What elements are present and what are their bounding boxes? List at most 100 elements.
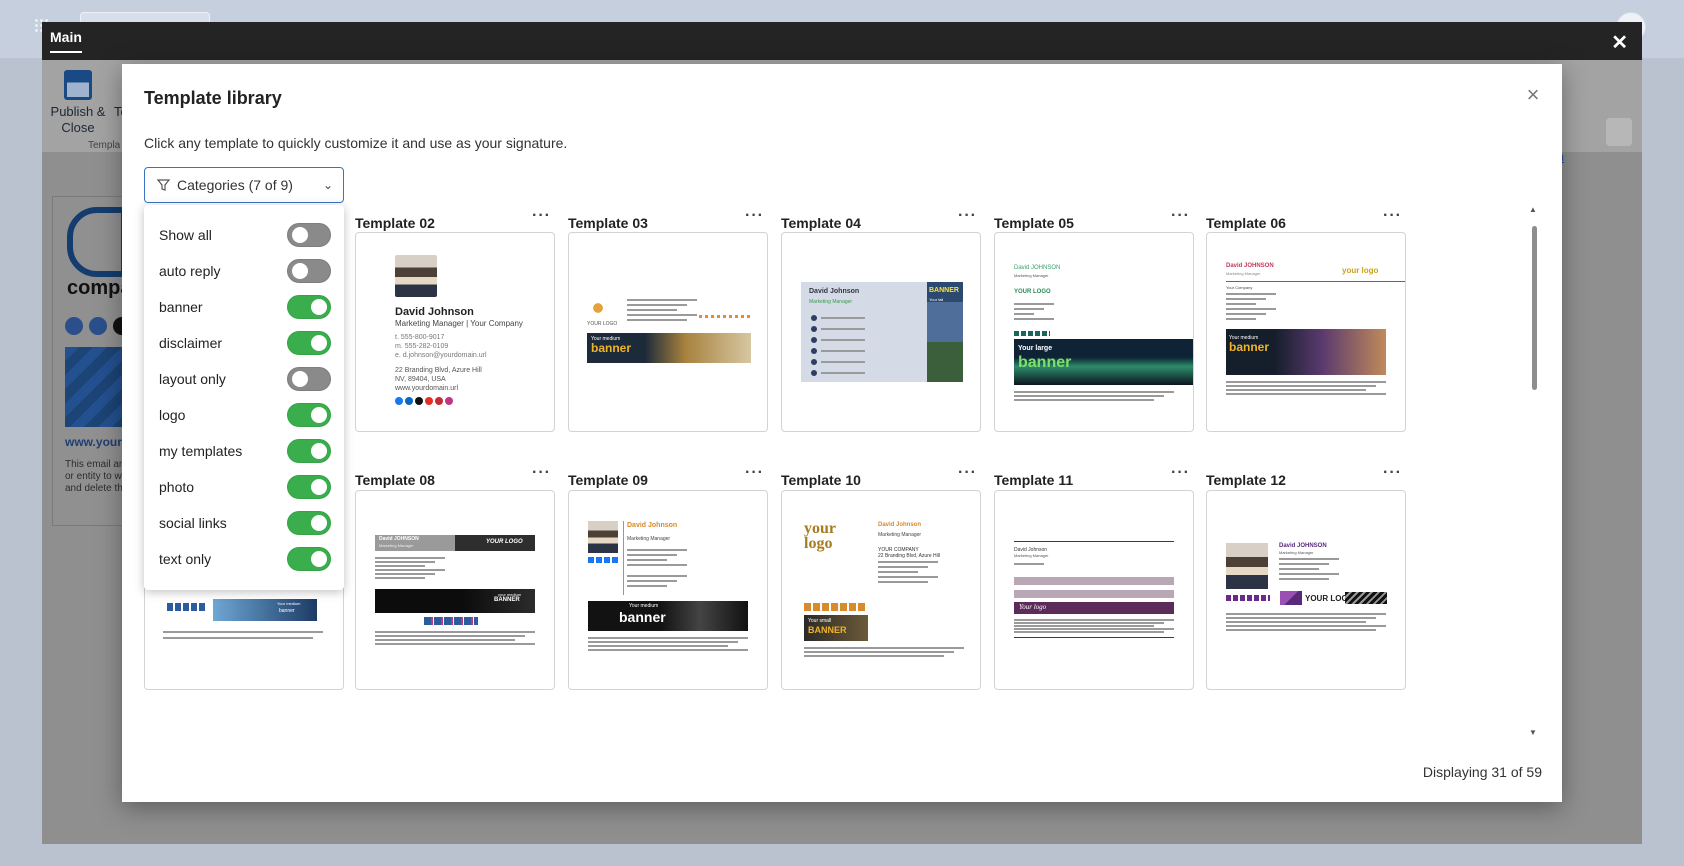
contact-icon xyxy=(811,359,817,365)
category-toggle[interactable] xyxy=(287,439,331,463)
category-label: text only xyxy=(159,551,212,567)
text-line xyxy=(878,581,928,583)
category-option[interactable]: logo xyxy=(159,402,331,428)
category-option[interactable]: auto reply xyxy=(159,258,331,284)
text-line xyxy=(627,299,697,301)
social-icon xyxy=(425,397,433,405)
preview-text: Marketing Manager xyxy=(878,532,922,538)
template-card[interactable]: David JOHNSON Marketing Manager YOUR LOGO xyxy=(1206,490,1406,690)
category-option[interactable]: social links xyxy=(159,510,331,536)
more-options-icon[interactable]: ··· xyxy=(532,464,551,482)
categories-dropdown[interactable]: Categories (7 of 9) ⌄ xyxy=(144,167,344,203)
more-options-icon[interactable]: ··· xyxy=(745,207,764,225)
tab-main[interactable]: Main xyxy=(50,29,82,53)
category-label: photo xyxy=(159,479,195,495)
banner-image xyxy=(588,601,748,631)
text-line xyxy=(627,554,677,556)
template-card[interactable]: David Johnson Marketing Manager Your logo xyxy=(994,490,1194,690)
publish-close-label: Publish & Close xyxy=(50,104,106,135)
toggle-knob xyxy=(292,227,308,243)
template-card[interactable]: your logo David Johnson Marketing Manager Y… xyxy=(781,490,981,690)
preview-text: Your tall xyxy=(929,297,944,302)
scrollbar-thumb[interactable] xyxy=(1532,226,1537,390)
template-title: Template 06 xyxy=(1206,215,1286,231)
categories-menu: Show all auto reply banner disclaimer layout… xyxy=(144,205,344,590)
text-line xyxy=(1279,568,1319,570)
more-options-icon[interactable]: ··· xyxy=(958,207,977,225)
category-toggle[interactable] xyxy=(287,367,331,391)
template-title: Template 11 xyxy=(994,472,1074,488)
category-label: Show all xyxy=(159,227,212,243)
close-icon[interactable]: × xyxy=(1522,84,1544,106)
more-options-icon[interactable]: ··· xyxy=(1383,464,1402,482)
text-line xyxy=(1226,313,1266,315)
scroll-up-icon[interactable]: ▲ xyxy=(1529,205,1537,214)
category-option[interactable]: disclaimer xyxy=(159,330,331,356)
publish-close-button[interactable]: Publish & Close xyxy=(48,70,108,136)
editor-close-icon[interactable]: ✕ xyxy=(1611,30,1628,55)
text-line xyxy=(1226,389,1366,391)
more-options-icon[interactable]: ··· xyxy=(745,464,764,482)
ribbon-right-button[interactable] xyxy=(1606,118,1632,146)
text-line xyxy=(627,309,677,311)
preview-text: NV, 89404, USA xyxy=(395,376,446,383)
text-line xyxy=(878,576,938,578)
category-label: social links xyxy=(159,515,227,531)
preview-text: Marketing Manager xyxy=(1014,273,1049,278)
category-toggle[interactable] xyxy=(287,331,331,355)
text-line xyxy=(821,350,865,352)
category-option[interactable]: layout only xyxy=(159,366,331,392)
more-options-icon[interactable]: ··· xyxy=(1383,207,1402,225)
scroll-down-icon[interactable]: ▼ xyxy=(1529,728,1537,737)
template-card[interactable]: David JOHNSON Marketing Manager YOUR LOGO y… xyxy=(355,490,555,690)
social-icons xyxy=(1226,595,1270,601)
preview-text: Marketing Manager xyxy=(1014,553,1049,558)
dialog-subtitle: Click any template to quickly customize … xyxy=(144,135,568,151)
preview-text: David JOHNSON xyxy=(1014,265,1061,271)
category-toggle[interactable] xyxy=(287,511,331,535)
template-card[interactable]: David Johnson Marketing Manager BANNER Your… xyxy=(781,232,981,432)
text-line xyxy=(1226,308,1276,310)
category-option[interactable]: my templates xyxy=(159,438,331,464)
text-line xyxy=(588,637,748,639)
social-icons xyxy=(804,603,866,611)
preview-text: banner xyxy=(1018,354,1072,371)
preview-text: Marketing Manager xyxy=(1226,271,1261,276)
template-card[interactable]: David JOHNSON Marketing Manager YOUR LOGO Y… xyxy=(994,232,1194,432)
text-line xyxy=(1014,619,1174,621)
preview-text: YOUR LOGO xyxy=(1014,289,1051,295)
divider xyxy=(623,521,624,595)
category-option[interactable]: banner xyxy=(159,294,331,320)
text-line xyxy=(1014,625,1154,627)
category-toggle[interactable] xyxy=(287,223,331,247)
category-toggle[interactable] xyxy=(287,295,331,319)
template-card[interactable]: David JOHNSON Marketing Manager your logo Y… xyxy=(1206,232,1406,432)
more-options-icon[interactable]: ··· xyxy=(532,207,551,225)
category-toggle[interactable] xyxy=(287,403,331,427)
category-option[interactable]: photo xyxy=(159,474,331,500)
text-line xyxy=(1014,303,1054,305)
text-line xyxy=(588,649,748,651)
more-options-icon[interactable]: ··· xyxy=(1171,464,1190,482)
template-card[interactable]: YOUR LOGO Your medium banner xyxy=(568,232,768,432)
category-toggle[interactable] xyxy=(287,547,331,571)
category-label: disclaimer xyxy=(159,335,223,351)
category-option[interactable]: Show all xyxy=(159,222,331,248)
text-line xyxy=(375,561,435,563)
text-line xyxy=(627,559,667,561)
template-card[interactable]: David Johnson Marketing Manager | Your Co… xyxy=(355,232,555,432)
more-options-icon[interactable]: ··· xyxy=(958,464,977,482)
text-line xyxy=(588,645,728,647)
display-count: Displaying 31 of 59 xyxy=(1422,764,1542,780)
category-toggle[interactable] xyxy=(287,259,331,283)
text-line xyxy=(821,372,865,374)
template-card[interactable]: David Johnson Marketing Manager Your mediu… xyxy=(568,490,768,690)
text-line xyxy=(1014,399,1154,401)
category-toggle[interactable] xyxy=(287,475,331,499)
contact-icon xyxy=(811,348,817,354)
category-option[interactable]: text only xyxy=(159,546,331,572)
text-line xyxy=(1226,303,1256,305)
more-options-icon[interactable]: ··· xyxy=(1171,207,1190,225)
text-line xyxy=(1014,563,1044,565)
text-line xyxy=(375,639,515,641)
